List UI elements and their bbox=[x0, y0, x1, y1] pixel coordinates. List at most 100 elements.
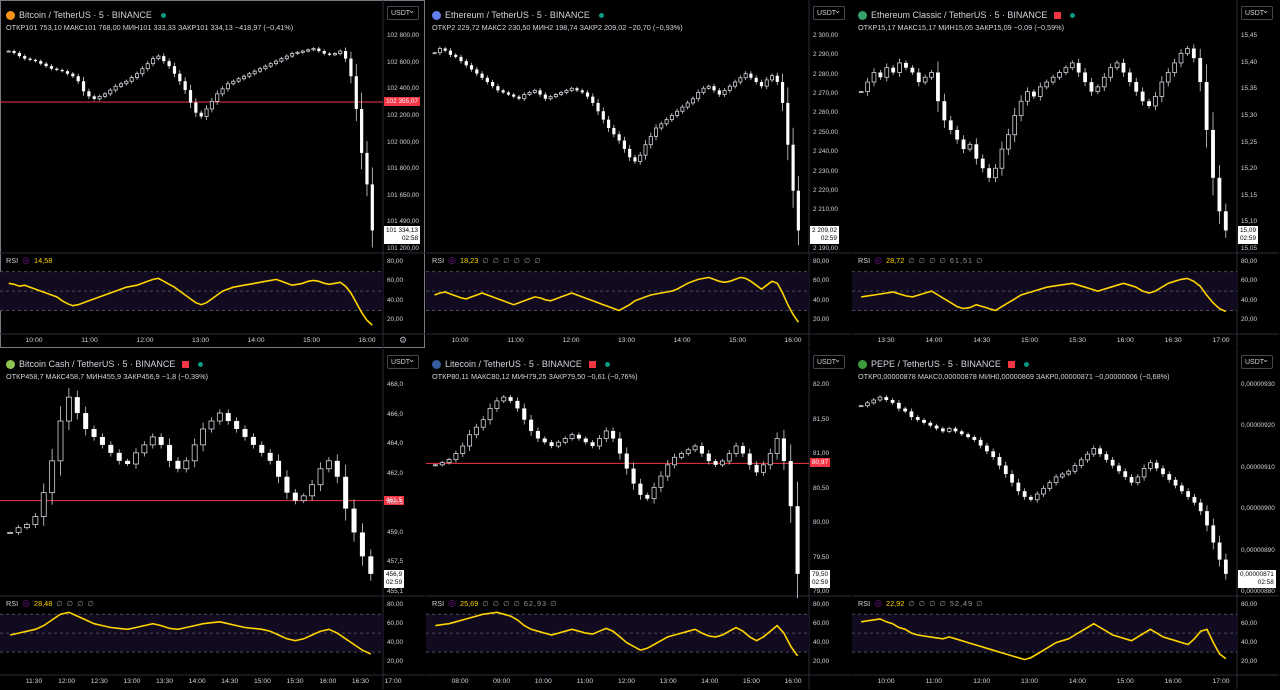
symbol-header[interactable]: Bitcoin / TetherUS · 5 · BINANCE bbox=[6, 8, 166, 22]
candle bbox=[934, 423, 939, 431]
chart-pane-bch[interactable]: 461,5 Bitcoin Cash / TetherUS · 5 · BINAN… bbox=[0, 349, 425, 689]
time-axis-label: 14:30 bbox=[973, 337, 991, 344]
candle bbox=[961, 135, 966, 154]
chart-canvas[interactable] bbox=[852, 349, 1279, 689]
symbol-header[interactable]: Ethereum / TetherUS · 5 · BINANCE bbox=[432, 8, 604, 22]
candle bbox=[365, 141, 369, 197]
indicator-settings-icon[interactable]: ◎ bbox=[448, 598, 456, 609]
rsi-legend[interactable]: RSI ◎ 18,23 ∅ ∅ ∅ ∅ ∅ ∅ bbox=[432, 255, 542, 266]
candle bbox=[896, 399, 901, 412]
chart-pane-eth[interactable]: Ethereum / TetherUS · 5 · BINANCE ОТКР2 2… bbox=[426, 0, 851, 348]
settings-gear-icon[interactable]: ⚙ bbox=[399, 335, 407, 346]
symbol-header[interactable]: Litecoin / TetherUS · 5 · BINANCE bbox=[432, 357, 610, 371]
chart-canvas[interactable] bbox=[426, 0, 851, 348]
chart-pane-ltc[interactable]: 80,97 Litecoin / TetherUS · 5 · BINANCE ОТ… bbox=[426, 349, 851, 689]
indicator-settings-icon[interactable]: ◎ bbox=[22, 255, 30, 266]
candle bbox=[113, 84, 118, 93]
symbol-title[interactable]: Ethereum Classic / TetherUS · 5 · BINANC… bbox=[871, 10, 1047, 20]
currency-select[interactable]: USDT bbox=[1241, 4, 1273, 20]
candle bbox=[764, 76, 769, 90]
currency-select[interactable]: USDT bbox=[387, 4, 419, 20]
chart-pane-etc[interactable]: Ethereum Classic / TetherUS · 5 · BINANC… bbox=[852, 0, 1279, 348]
candle bbox=[645, 492, 650, 501]
chart-canvas[interactable] bbox=[0, 349, 425, 689]
price-axis-label: 15,10 bbox=[1241, 218, 1257, 226]
candle bbox=[993, 163, 998, 183]
candle bbox=[292, 489, 298, 505]
symbol-title[interactable]: Ethereum / TetherUS · 5 · BINANCE bbox=[445, 10, 590, 20]
currency-select[interactable]: USDT bbox=[813, 4, 845, 20]
candle bbox=[596, 435, 602, 450]
rsi-axis-label: 60,00 bbox=[1241, 277, 1257, 285]
rsi-legend[interactable]: RSI ◎ 14,58 bbox=[6, 255, 56, 266]
symbol-title[interactable]: PEPE / TetherUS · 5 · BINANCE bbox=[871, 359, 1001, 369]
indicator-settings-icon[interactable]: ◎ bbox=[874, 598, 882, 609]
candle bbox=[1018, 95, 1024, 122]
candle bbox=[780, 73, 785, 112]
currency-select[interactable]: USDT bbox=[1241, 353, 1273, 369]
time-axis-label: 13:30 bbox=[156, 678, 174, 685]
coin-logo-icon bbox=[6, 10, 15, 20]
indicator-settings-icon[interactable]: ◎ bbox=[448, 255, 456, 266]
price-axis-label: 455,1 bbox=[387, 588, 403, 595]
countdown: 02:58 bbox=[1257, 578, 1274, 586]
candle bbox=[1178, 49, 1184, 68]
symbol-header[interactable]: PEPE / TetherUS · 5 · BINANCE bbox=[858, 357, 1029, 371]
candle bbox=[999, 141, 1005, 176]
flag-icon[interactable] bbox=[1007, 360, 1015, 368]
candle bbox=[747, 448, 752, 470]
price-axis-label: 2 290,00 bbox=[813, 51, 838, 59]
candle bbox=[167, 58, 171, 69]
currency-select[interactable]: USDT bbox=[813, 353, 845, 369]
rsi-legend[interactable]: RSI ◎ 22,92 ∅ ∅ ∅ ∅ 52,49 ∅ bbox=[858, 598, 983, 609]
candle bbox=[1095, 84, 1101, 95]
candle bbox=[225, 409, 231, 425]
candle bbox=[191, 438, 198, 468]
price-axis-label: 15,15 bbox=[1241, 191, 1257, 199]
candle bbox=[360, 92, 364, 170]
candle bbox=[325, 457, 332, 473]
candle bbox=[460, 442, 466, 458]
chart-canvas[interactable] bbox=[0, 0, 425, 348]
rsi-axis-label: 40,00 bbox=[387, 638, 403, 646]
time-axis-label: 13:00 bbox=[617, 337, 636, 344]
candle bbox=[501, 88, 505, 95]
ohlc-values: ОТКР0,00000878 МАКС0,00000878 МИН0,00000… bbox=[858, 372, 1170, 381]
time-axis-label: 09:00 bbox=[493, 678, 511, 685]
candle bbox=[494, 397, 500, 412]
flag-icon[interactable] bbox=[588, 360, 596, 368]
ohlc-values: ОТКР458,7 МАКС458,7 МИН455,9 ЗАКР456,9 −… bbox=[6, 372, 209, 381]
rsi-axis-label: 20,00 bbox=[813, 657, 829, 665]
candle bbox=[929, 69, 934, 80]
candle bbox=[1053, 474, 1059, 486]
countdown: 02:59 bbox=[812, 578, 828, 586]
flag-icon[interactable] bbox=[182, 360, 190, 368]
symbol-header[interactable]: Bitcoin Cash / TetherUS · 5 · BINANCE bbox=[6, 357, 204, 371]
currency-select[interactable]: USDT bbox=[387, 353, 419, 369]
rsi-legend[interactable]: RSI ◎ 25,69 ∅ ∅ ∅ ∅ 62,93 ∅ bbox=[432, 598, 557, 609]
candle bbox=[17, 50, 21, 59]
candle bbox=[795, 481, 800, 599]
chart-pane-btc[interactable]: 102 355,07 Bitcoin / TetherUS · 5 · BINAN… bbox=[0, 0, 425, 348]
candle bbox=[87, 88, 91, 100]
rsi-axis-label: 20,00 bbox=[387, 316, 403, 324]
indicator-settings-icon[interactable]: ◎ bbox=[874, 255, 882, 266]
candle bbox=[1108, 63, 1113, 82]
candle bbox=[1066, 469, 1071, 476]
chart-canvas[interactable] bbox=[852, 0, 1279, 348]
candle bbox=[569, 432, 575, 441]
rsi-legend[interactable]: RSI ◎ 28,48 ∅ ∅ ∅ ∅ bbox=[6, 598, 95, 609]
indicator-settings-icon[interactable]: ◎ bbox=[22, 598, 30, 609]
candle bbox=[44, 61, 48, 68]
symbol-title[interactable]: Litecoin / TetherUS · 5 · BINANCE bbox=[445, 359, 582, 369]
candle bbox=[133, 448, 139, 469]
chart-pane-pepe[interactable]: PEPE / TetherUS · 5 · BINANCE ОТКР0,00000… bbox=[852, 349, 1279, 689]
candle bbox=[690, 96, 695, 106]
chart-canvas[interactable] bbox=[426, 349, 851, 689]
symbol-title[interactable]: Bitcoin Cash / TetherUS · 5 · BINANCE bbox=[19, 359, 175, 369]
price-axis-label: 2 280,00 bbox=[813, 70, 838, 78]
symbol-header[interactable]: Ethereum Classic / TetherUS · 5 · BINANC… bbox=[858, 8, 1076, 22]
rsi-legend[interactable]: RSI ◎ 28,72 ∅ ∅ ∅ ∅ 61,51 ∅ bbox=[858, 255, 983, 266]
flag-icon[interactable] bbox=[1054, 11, 1062, 19]
symbol-title[interactable]: Bitcoin / TetherUS · 5 · BINANCE bbox=[19, 10, 152, 20]
